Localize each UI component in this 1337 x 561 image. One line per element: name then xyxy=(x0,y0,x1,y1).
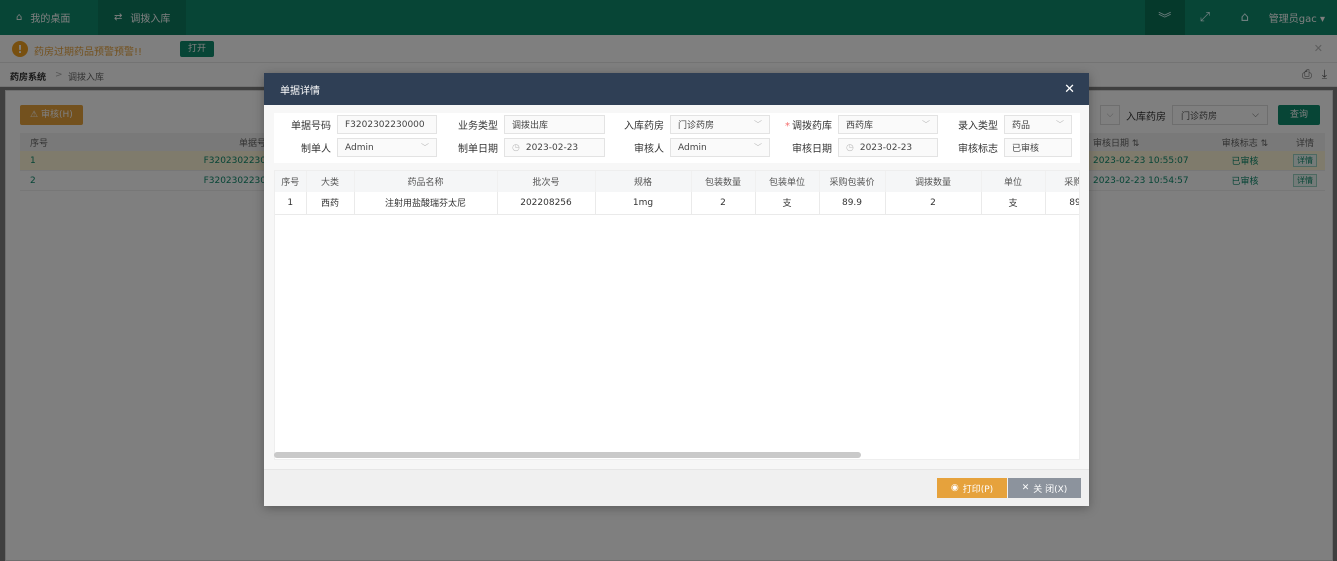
print-button-label: 打印(P) xyxy=(962,484,994,495)
eye-icon: ◉ xyxy=(950,483,959,493)
in-pharmacy-label: 入库药房 xyxy=(624,121,664,132)
cell-unit: 支 xyxy=(981,192,1046,215)
dialog-title: 单据详情 xyxy=(280,85,320,97)
col-header: 采购包装价 xyxy=(819,171,886,192)
cell-pack-qty: 2 xyxy=(691,192,756,215)
make-date-label: 制单日期 xyxy=(458,144,498,155)
doc-no-label: 单据号码 xyxy=(291,121,331,132)
cell-purchase-price: 89.9 xyxy=(819,192,886,215)
audit-date-field[interactable]: ◷ 2023-02-23 xyxy=(838,138,938,157)
col-header: 序号 xyxy=(275,171,307,192)
transfer-store-label: * 调拨药库 xyxy=(785,121,832,132)
dialog-footer: ◉ 打印(P) ✕ 关 闭(X) xyxy=(264,469,1089,506)
chevron-down-icon: ﹀ xyxy=(754,120,762,129)
audit-flag-field[interactable]: 已审核 xyxy=(1004,138,1072,157)
col-header: 批次号 xyxy=(497,171,596,192)
audit-flag-label: 审核标志 xyxy=(958,144,998,155)
biz-type-field[interactable]: 调拨出库 xyxy=(504,115,605,134)
close-button[interactable]: ✕ 关 闭(X) xyxy=(1008,478,1081,498)
doc-detail-dialog: 单据详情 ✕ 单据号码 F3202302230000 业务类型 调拨出库 入库药… xyxy=(264,73,1089,506)
clock-icon: ◷ xyxy=(512,142,520,153)
detail-table: 序号 大类 药品名称 批次号 规格 包装数量 包装单位 采购包装价 调拨数量 单… xyxy=(274,170,1080,460)
cell-purchase-amount: 89 xyxy=(1045,192,1079,215)
col-header: 单位 xyxy=(981,171,1046,192)
chevron-down-icon: ﹀ xyxy=(421,143,429,152)
chevron-down-icon: ﹀ xyxy=(922,120,930,129)
dialog-header: 单据详情 ✕ xyxy=(264,73,1089,105)
scrollbar-thumb[interactable] xyxy=(274,452,861,458)
cell-pack-unit: 支 xyxy=(755,192,820,215)
biz-type-label: 业务类型 xyxy=(458,121,498,132)
make-date-field[interactable]: ◷ 2023-02-23 xyxy=(504,138,605,157)
transfer-store-field[interactable]: 西药库 ﹀ xyxy=(838,115,938,134)
print-button[interactable]: ◉ 打印(P) xyxy=(937,478,1007,498)
entry-type-field[interactable]: 药品 ﹀ xyxy=(1004,115,1072,134)
close-button-label: 关 闭(X) xyxy=(1033,484,1068,495)
auditor-label: 审核人 xyxy=(634,144,664,155)
cell-index: 1 xyxy=(275,192,307,215)
cell-drug-name: 注射用盐酸瑞芬太尼 xyxy=(354,192,498,215)
col-header: 包装数量 xyxy=(691,171,756,192)
maker-label: 制单人 xyxy=(301,144,331,155)
doc-no-field[interactable]: F3202302230000 xyxy=(337,115,437,134)
cell-category: 西药 xyxy=(306,192,355,215)
detail-table-header: 序号 大类 药品名称 批次号 规格 包装数量 包装单位 采购包装价 调拨数量 单… xyxy=(275,171,1079,192)
table-horizontal-scrollbar[interactable] xyxy=(274,451,1080,459)
audit-date-label: 审核日期 xyxy=(792,144,832,155)
close-icon: ✕ xyxy=(1021,483,1030,493)
chevron-down-icon: ﹀ xyxy=(754,143,762,152)
entry-type-label: 录入类型 xyxy=(958,121,998,132)
doc-form: 单据号码 F3202302230000 业务类型 调拨出库 入库药房 门诊药房 ﹀… xyxy=(274,113,1080,163)
dialog-close-icon[interactable]: ✕ xyxy=(1064,82,1075,97)
cell-spec: 1mg xyxy=(595,192,692,215)
table-row[interactable]: 1 西药 注射用盐酸瑞芬太尼 202208256 1mg 2 支 89.9 2 … xyxy=(275,192,1079,215)
col-header: 药品名称 xyxy=(354,171,498,192)
auditor-field[interactable]: Admin ﹀ xyxy=(670,138,770,157)
col-header: 采购( xyxy=(1045,171,1079,192)
maker-field[interactable]: Admin ﹀ xyxy=(337,138,437,157)
col-header: 调拨数量 xyxy=(885,171,982,192)
cell-transfer-qty: 2 xyxy=(885,192,982,215)
col-header: 包装单位 xyxy=(755,171,820,192)
clock-icon: ◷ xyxy=(846,142,854,153)
col-header: 大类 xyxy=(306,171,355,192)
chevron-down-icon: ﹀ xyxy=(1056,120,1064,129)
in-pharmacy-field[interactable]: 门诊药房 ﹀ xyxy=(670,115,770,134)
cell-batch-no: 202208256 xyxy=(497,192,596,215)
col-header: 规格 xyxy=(595,171,692,192)
